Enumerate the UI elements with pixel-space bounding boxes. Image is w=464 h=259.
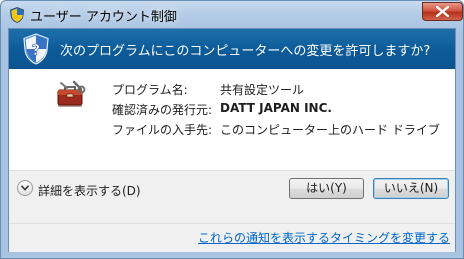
close-button[interactable] xyxy=(422,2,463,21)
chevron-down-icon xyxy=(21,185,29,191)
program-name-value: 共有設定ツール xyxy=(220,83,305,97)
toolbox-icon xyxy=(57,80,86,107)
program-info-area: プログラム名: 共有設定ツール 確認済みの発行元: DATT JAPAN INC… xyxy=(9,69,455,169)
show-details-button[interactable] xyxy=(17,180,33,196)
title-bar[interactable]: ユーザー アカウント制御 xyxy=(1,1,463,29)
svg-text:?: ? xyxy=(32,41,41,59)
window-title: ユーザー アカウント制御 xyxy=(30,10,177,25)
question-banner: ? 次のプログラムにこのコンピューターへの変更を許可しますか? xyxy=(9,29,455,69)
change-notification-settings-link[interactable]: これらの通知を表示するタイミングを変更する xyxy=(198,229,450,246)
dialog-footer: 詳細を表示する(D) はい(Y) いいえ(N) これらの通知を表示するタイミング… xyxy=(9,170,455,252)
no-button[interactable]: いいえ(N) xyxy=(373,178,449,199)
publisher-value: DATT JAPAN INC. xyxy=(220,101,332,115)
show-details-label[interactable]: 詳細を表示する(D) xyxy=(38,182,141,199)
uac-shield-icon xyxy=(10,7,24,23)
program-name-label: プログラム名: xyxy=(112,83,188,97)
file-origin-label: ファイルの入手先: xyxy=(112,123,213,137)
uac-question-text: 次のプログラムにこのコンピューターへの変更を許可しますか? xyxy=(60,44,431,59)
publisher-label: 確認済みの発行元: xyxy=(112,103,213,117)
close-icon xyxy=(436,6,449,17)
file-origin-value: このコンピューター上のハード ドライブ xyxy=(220,123,440,137)
uac-shield-icon: ? xyxy=(23,33,49,65)
uac-dialog-window: ユーザー アカウント制御 ? 次のプログラムにこのコンピューターへの変更を許可し… xyxy=(0,0,464,259)
yes-button[interactable]: はい(Y) xyxy=(289,178,364,199)
dialog-client-area: ? 次のプログラムにこのコンピューターへの変更を許可しますか? プログラム名: … xyxy=(8,28,456,252)
footer-divider xyxy=(9,223,455,224)
